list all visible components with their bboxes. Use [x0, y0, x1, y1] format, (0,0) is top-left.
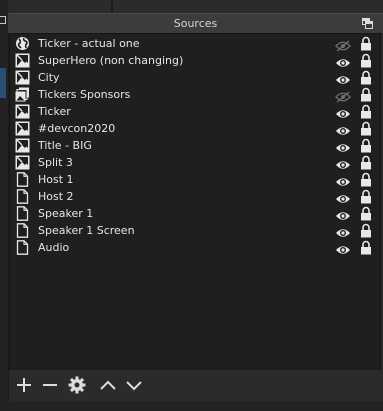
source-item[interactable]: Host 1	[10, 171, 380, 188]
source-item[interactable]: #devcon2020	[10, 120, 380, 137]
chevron-up-icon	[100, 380, 116, 390]
slideshow-icon	[15, 87, 30, 102]
eye-icon[interactable]	[335, 224, 351, 237]
lock-icon[interactable]	[360, 121, 372, 136]
lock-icon[interactable]	[360, 172, 372, 187]
eye-icon[interactable]	[335, 105, 351, 118]
remove-icon	[43, 384, 57, 386]
file-icon	[15, 240, 30, 255]
selected-scene-edge[interactable]	[0, 68, 6, 98]
chevron-down-icon	[126, 381, 142, 391]
source-name: Speaker 1	[38, 207, 94, 220]
sources-list[interactable]: Ticker - actual one SuperHero (non changi…	[9, 33, 381, 371]
source-name: Host 1	[38, 173, 74, 186]
source-name: Speaker 1 Screen	[38, 224, 135, 237]
eye-icon[interactable]	[335, 207, 351, 220]
dock-bottom-edge	[0, 401, 383, 411]
eye-icon[interactable]	[335, 139, 351, 152]
source-item[interactable]: Split 3	[10, 154, 380, 171]
lock-icon[interactable]	[360, 87, 372, 102]
lock-icon[interactable]	[360, 223, 372, 238]
source-properties-button[interactable]	[66, 374, 88, 396]
source-name: Audio	[38, 241, 70, 254]
source-item[interactable]: Ticker	[10, 103, 380, 120]
source-name: #devcon2020	[38, 122, 116, 135]
source-item[interactable]: Speaker 1	[10, 205, 380, 222]
eye-hidden-icon[interactable]	[335, 37, 351, 52]
lock-icon[interactable]	[360, 189, 372, 204]
eye-icon[interactable]	[335, 122, 351, 135]
source-name: Split 3	[38, 156, 73, 169]
source-name: Host 2	[38, 190, 74, 203]
image-icon	[15, 70, 30, 85]
add-source-button[interactable]	[13, 374, 35, 396]
source-item[interactable]: Tickers Sponsors	[10, 86, 380, 103]
gear-icon	[68, 376, 86, 394]
file-icon	[15, 223, 30, 238]
lock-icon[interactable]	[360, 240, 372, 255]
move-up-button[interactable]	[97, 374, 119, 396]
image-icon	[15, 155, 30, 170]
lock-icon[interactable]	[360, 53, 372, 68]
dock-title-bar: Sources	[8, 13, 383, 33]
undock-icon[interactable]	[362, 18, 373, 29]
source-name: Title - BIG	[38, 139, 92, 152]
source-item[interactable]: Ticker - actual one	[10, 35, 380, 52]
lock-icon[interactable]	[360, 138, 372, 153]
lock-icon[interactable]	[360, 104, 372, 119]
source-item[interactable]: City	[10, 69, 380, 86]
image-icon	[15, 121, 30, 136]
source-name: Tickers Sponsors	[38, 88, 131, 101]
source-name: SuperHero (non changing)	[38, 54, 184, 67]
image-icon	[15, 138, 30, 153]
eye-icon[interactable]	[335, 190, 351, 203]
source-name: Ticker	[38, 105, 71, 118]
lock-icon[interactable]	[360, 206, 372, 221]
add-icon	[17, 378, 31, 392]
lock-icon[interactable]	[360, 36, 372, 51]
source-item[interactable]: Title - BIG	[10, 137, 380, 154]
splitter[interactable]	[111, 0, 113, 12]
source-item[interactable]: Speaker 1 Screen	[10, 222, 380, 239]
adjacent-dock-edge	[0, 0, 9, 411]
float-icon[interactable]	[0, 16, 6, 24]
file-icon	[15, 206, 30, 221]
remove-source-button[interactable]	[39, 374, 61, 396]
eye-icon[interactable]	[335, 156, 351, 169]
eye-hidden-icon[interactable]	[335, 88, 351, 103]
source-name: City	[38, 71, 60, 84]
move-down-button[interactable]	[123, 374, 145, 396]
file-icon	[15, 172, 30, 187]
source-item[interactable]: Audio	[10, 239, 380, 256]
file-icon	[15, 189, 30, 204]
source-item[interactable]: SuperHero (non changing)	[10, 52, 380, 69]
lock-icon[interactable]	[360, 155, 372, 170]
dock-separator	[8, 0, 383, 12]
dock-title: Sources	[173, 17, 218, 30]
eye-icon[interactable]	[335, 241, 351, 254]
image-icon	[15, 104, 30, 119]
sources-dock: Sources Ticker - actual one SuperHero (no…	[0, 0, 383, 411]
lock-icon[interactable]	[360, 70, 372, 85]
eye-icon[interactable]	[335, 71, 351, 84]
eye-icon[interactable]	[335, 54, 351, 67]
source-item[interactable]: Host 2	[10, 188, 380, 205]
eye-icon[interactable]	[335, 173, 351, 186]
source-name: Ticker - actual one	[38, 37, 140, 50]
globe-icon	[15, 36, 30, 51]
sources-toolbar	[9, 370, 381, 400]
image-icon	[15, 53, 30, 68]
